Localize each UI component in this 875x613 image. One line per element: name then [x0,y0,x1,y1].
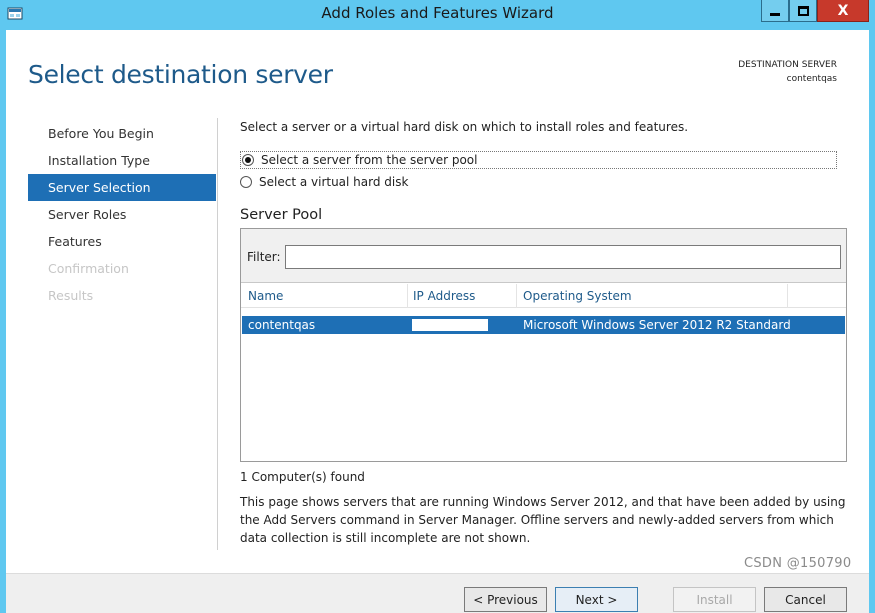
maximize-button[interactable] [789,0,817,22]
radio-server-pool[interactable] [242,154,254,166]
column-divider[interactable] [516,284,517,308]
radio-virtual-hard-disk[interactable] [240,176,252,188]
destination-server-info: DESTINATION SERVER contentqas [738,58,837,86]
title-bar[interactable]: Add Roles and Features Wizard X [0,0,875,30]
column-divider[interactable] [407,284,408,308]
filter-input[interactable] [285,245,841,269]
cell-operating-system: Microsoft Windows Server 2012 R2 Standar… [523,318,791,332]
server-pool-grid: Filter: Name IP Address Operating System… [240,228,847,462]
wizard-client-area: Select destination server DESTINATION SE… [6,30,869,613]
nav-item-before-you-begin[interactable]: Before You Begin [28,120,216,147]
wizard-nav: Before You Begin Installation Type Serve… [28,120,216,309]
option-server-pool[interactable]: Select a server from the server pool [240,151,837,169]
page-title: Select destination server [28,60,333,89]
cell-name: contentqas [248,318,316,332]
column-divider[interactable] [787,284,788,308]
option-virtual-hard-disk[interactable]: Select a virtual hard disk [240,173,408,191]
maximize-icon [797,5,809,16]
nav-item-server-roles[interactable]: Server Roles [28,201,216,228]
destination-server-label: DESTINATION SERVER [738,60,837,70]
previous-button[interactable]: < Previous [464,587,547,612]
window-title: Add Roles and Features Wizard [321,4,554,22]
description-text: This page shows servers that are running… [240,495,846,545]
close-button[interactable]: X [817,0,869,22]
nav-item-confirmation: Confirmation [48,261,129,276]
nav-divider [217,118,218,550]
next-button[interactable]: Next > [555,587,638,612]
nav-item-results: Results [48,288,94,303]
filter-label: Filter: [247,250,281,264]
watermark-text: CSDN @150790 [744,556,852,571]
install-button: Install [673,587,756,612]
wizard-footer: < Previous Next > Install Cancel [6,573,869,613]
cell-ip-address [412,319,488,331]
column-header-operating-system[interactable]: Operating System [523,289,632,303]
nav-item-installation-type[interactable]: Installation Type [28,147,216,174]
nav-item-features[interactable]: Features [28,228,216,255]
column-header-ip-address[interactable]: IP Address [413,289,475,303]
column-header-name[interactable]: Name [248,289,283,303]
grid-header: Name IP Address Operating System [241,284,846,308]
computers-found-count: 1 Computer(s) found [240,470,365,484]
nav-item-server-selection[interactable]: Server Selection [28,174,216,201]
option-server-pool-label: Select a server from the server pool [261,153,478,167]
minimize-icon [770,13,780,16]
server-pool-title: Server Pool [240,207,323,223]
table-row[interactable]: contentqas Microsoft Windows Server 2012… [242,316,845,334]
cancel-button[interactable]: Cancel [764,587,847,612]
intro-text: Select a server or a virtual hard disk o… [240,120,689,134]
close-icon: X [837,2,849,19]
destination-server-name: contentqas [786,74,837,84]
option-virtual-hard-disk-label: Select a virtual hard disk [259,175,409,189]
filter-bar: Filter: [241,229,846,283]
minimize-button[interactable] [761,0,789,22]
